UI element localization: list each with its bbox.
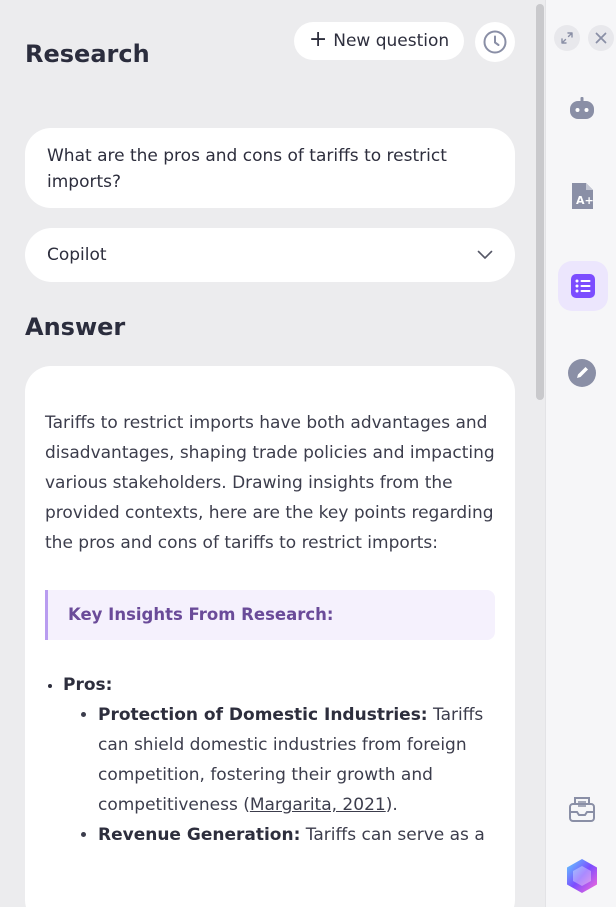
- pro-title: Revenue Generation:: [98, 825, 301, 845]
- pros-cons-list: Pros: Protection of Domestic Industries:…: [45, 670, 495, 850]
- close-icon: [595, 32, 607, 44]
- bot-icon: [570, 97, 594, 119]
- expand-button[interactable]: [554, 25, 580, 51]
- history-button[interactable]: [475, 22, 515, 62]
- expand-icon: [561, 32, 573, 44]
- answer-intro: Tariffs to restrict imports have both ad…: [45, 413, 495, 553]
- app-logo-icon: [567, 859, 597, 893]
- pros-item: Pros: Protection of Domestic Industries:…: [63, 670, 495, 850]
- svg-text:A+: A+: [576, 194, 594, 207]
- pro-text-end: ).: [385, 795, 398, 815]
- new-question-label: New question: [333, 31, 450, 51]
- citation-link[interactable]: Margarita, 2021: [250, 795, 386, 815]
- model-select-value: Copilot: [47, 245, 107, 265]
- grade-doc-button[interactable]: A+: [558, 172, 606, 220]
- model-select[interactable]: Copilot: [25, 228, 515, 282]
- answer-card: Tariffs to restrict imports have both ad…: [25, 366, 515, 907]
- new-question-button[interactable]: + New question: [294, 22, 464, 60]
- key-insights-title: Key Insights From Research:: [68, 605, 334, 624]
- pros-label: Pros:: [63, 675, 113, 695]
- edit-button[interactable]: [558, 349, 606, 397]
- research-tab-button[interactable]: [558, 261, 608, 311]
- pros-sublist: Protection of Domestic Industries: Tarif…: [63, 700, 495, 850]
- research-panel: Research + New question What are the pro…: [0, 0, 532, 907]
- pro-text: Tariffs can serve as a: [305, 825, 485, 845]
- app-logo-button[interactable]: [558, 852, 606, 900]
- chat-bot-button[interactable]: [558, 86, 606, 134]
- clock-icon: [483, 30, 507, 54]
- scrollbar[interactable]: [535, 0, 545, 907]
- close-button[interactable]: [588, 25, 614, 51]
- pro-title: Protection of Domestic Industries:: [98, 705, 428, 725]
- list-item: Revenue Generation: Tariffs can serve as…: [98, 820, 495, 850]
- scrollbar-thumb[interactable]: [536, 4, 544, 400]
- plus-icon: +: [308, 27, 328, 52]
- pencil-icon: [568, 359, 596, 387]
- inbox-button[interactable]: [558, 785, 606, 833]
- document-grade-icon: A+: [572, 183, 594, 209]
- key-insights-callout: Key Insights From Research:: [45, 590, 495, 640]
- page-title: Research: [25, 40, 150, 68]
- list-item: Protection of Domestic Industries: Tarif…: [98, 700, 495, 820]
- answer-heading: Answer: [25, 313, 126, 341]
- side-rail: A+: [545, 0, 616, 907]
- list-icon: [571, 274, 595, 298]
- chevron-down-icon: [477, 250, 493, 259]
- inbox-icon: [569, 797, 595, 822]
- question-input[interactable]: What are the pros and cons of tariffs to…: [25, 128, 515, 208]
